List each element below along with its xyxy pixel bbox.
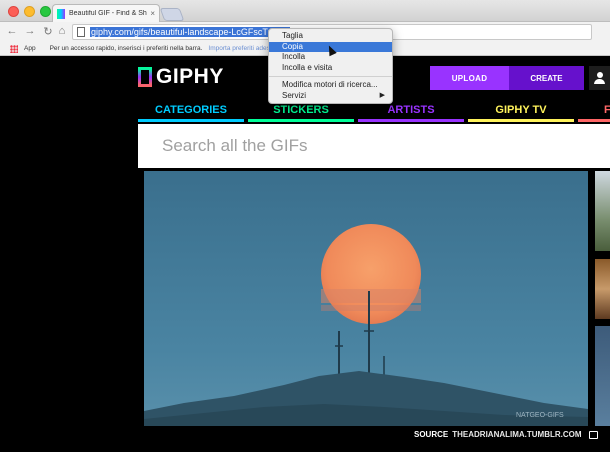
user-icon bbox=[596, 72, 603, 78]
gif-watermark: NATGEO-GIFS bbox=[516, 412, 564, 419]
giphy-page: GIPHY UPLOAD CREATE CATEGORIES STICKERS … bbox=[0, 56, 610, 452]
nav-label: ARTISTS bbox=[387, 104, 435, 116]
gif-source: SOURCE THEADRIANALIMA.TUMBLR.COM bbox=[414, 430, 598, 439]
nav-more[interactable]: F bbox=[578, 104, 610, 122]
page-info-icon[interactable] bbox=[77, 27, 85, 37]
browser-tab[interactable]: Beautiful GIF - Find & Share × bbox=[52, 4, 160, 22]
maximize-window-button[interactable] bbox=[40, 6, 51, 17]
menu-separator bbox=[269, 76, 392, 77]
nav-underline bbox=[358, 119, 464, 122]
related-gif-thumbnail[interactable] bbox=[595, 171, 610, 251]
giphy-logo-icon bbox=[138, 67, 152, 87]
menu-item-services[interactable]: Servizi ▶ bbox=[269, 91, 392, 102]
window-titlebar: Beautiful GIF - Find & Share × bbox=[0, 0, 610, 22]
apps-bookmark[interactable]: App bbox=[24, 45, 36, 52]
close-window-button[interactable] bbox=[8, 6, 19, 17]
related-gif-thumbnail[interactable] bbox=[595, 259, 610, 319]
nav-artists[interactable]: ARTISTS bbox=[358, 104, 464, 122]
source-label: SOURCE bbox=[414, 430, 449, 439]
apps-grid-icon[interactable] bbox=[10, 44, 18, 53]
bookmarks-hint: Per un accesso rapido, inserisci i prefe… bbox=[49, 45, 203, 52]
nav-stickers[interactable]: STICKERS bbox=[248, 104, 354, 122]
home-icon[interactable]: ⌂ bbox=[56, 25, 68, 37]
reload-icon[interactable]: ↻ bbox=[42, 25, 54, 38]
gif-moonrise-scene: NATGEO-GIFS bbox=[144, 171, 588, 426]
context-menu: Taglia Copia Incolla Incolla e visita Mo… bbox=[268, 28, 393, 104]
user-account-button[interactable] bbox=[589, 66, 610, 90]
giphy-logo[interactable]: GIPHY bbox=[138, 65, 224, 88]
related-gif-thumbnail[interactable] bbox=[595, 326, 610, 426]
user-icon-body bbox=[594, 79, 605, 84]
minimize-window-button[interactable] bbox=[24, 6, 35, 17]
nav-label: GIPHY TV bbox=[495, 104, 547, 116]
nav-underline bbox=[468, 119, 574, 122]
tab-close-icon[interactable]: × bbox=[150, 9, 155, 18]
nav-underline bbox=[138, 119, 244, 122]
nav-categories[interactable]: CATEGORIES bbox=[138, 104, 244, 122]
logo-text: GIPHY bbox=[156, 65, 224, 88]
search-bar[interactable] bbox=[138, 124, 610, 168]
gif-image[interactable]: NATGEO-GIFS bbox=[144, 171, 588, 426]
nav-underline bbox=[578, 119, 610, 122]
menu-item-cut[interactable]: Taglia bbox=[269, 31, 392, 42]
upload-button[interactable]: UPLOAD bbox=[430, 66, 509, 90]
back-arrow-icon[interactable]: ← bbox=[6, 25, 18, 37]
forward-arrow-icon[interactable]: → bbox=[24, 25, 36, 37]
nav-label: CATEGORIES bbox=[155, 104, 227, 116]
menu-item-label: Servizi bbox=[282, 90, 307, 100]
submenu-arrow-icon: ▶ bbox=[379, 91, 385, 99]
nav-underline bbox=[248, 119, 354, 122]
nav-giphy-tv[interactable]: GIPHY TV bbox=[468, 104, 574, 122]
source-link[interactable]: THEADRIANALIMA.TUMBLR.COM bbox=[452, 430, 581, 439]
nav-label: F bbox=[604, 104, 610, 116]
menu-item-paste-and-go[interactable]: Incolla e visita bbox=[269, 63, 392, 74]
menu-item-edit-search-engines[interactable]: Modifica motori di ricerca... bbox=[269, 80, 392, 91]
new-tab-button[interactable] bbox=[159, 8, 185, 21]
create-button[interactable]: CREATE bbox=[509, 66, 584, 90]
url-text-selected[interactable]: giphy.com/gifs/beautiful-landscape-LcGFs… bbox=[90, 27, 291, 37]
tab-title: Beautiful GIF - Find & Share bbox=[69, 10, 147, 17]
nav-label: STICKERS bbox=[273, 104, 329, 116]
search-input[interactable] bbox=[162, 136, 542, 156]
external-link-icon[interactable] bbox=[588, 430, 598, 439]
giphy-favicon-icon bbox=[57, 8, 65, 19]
